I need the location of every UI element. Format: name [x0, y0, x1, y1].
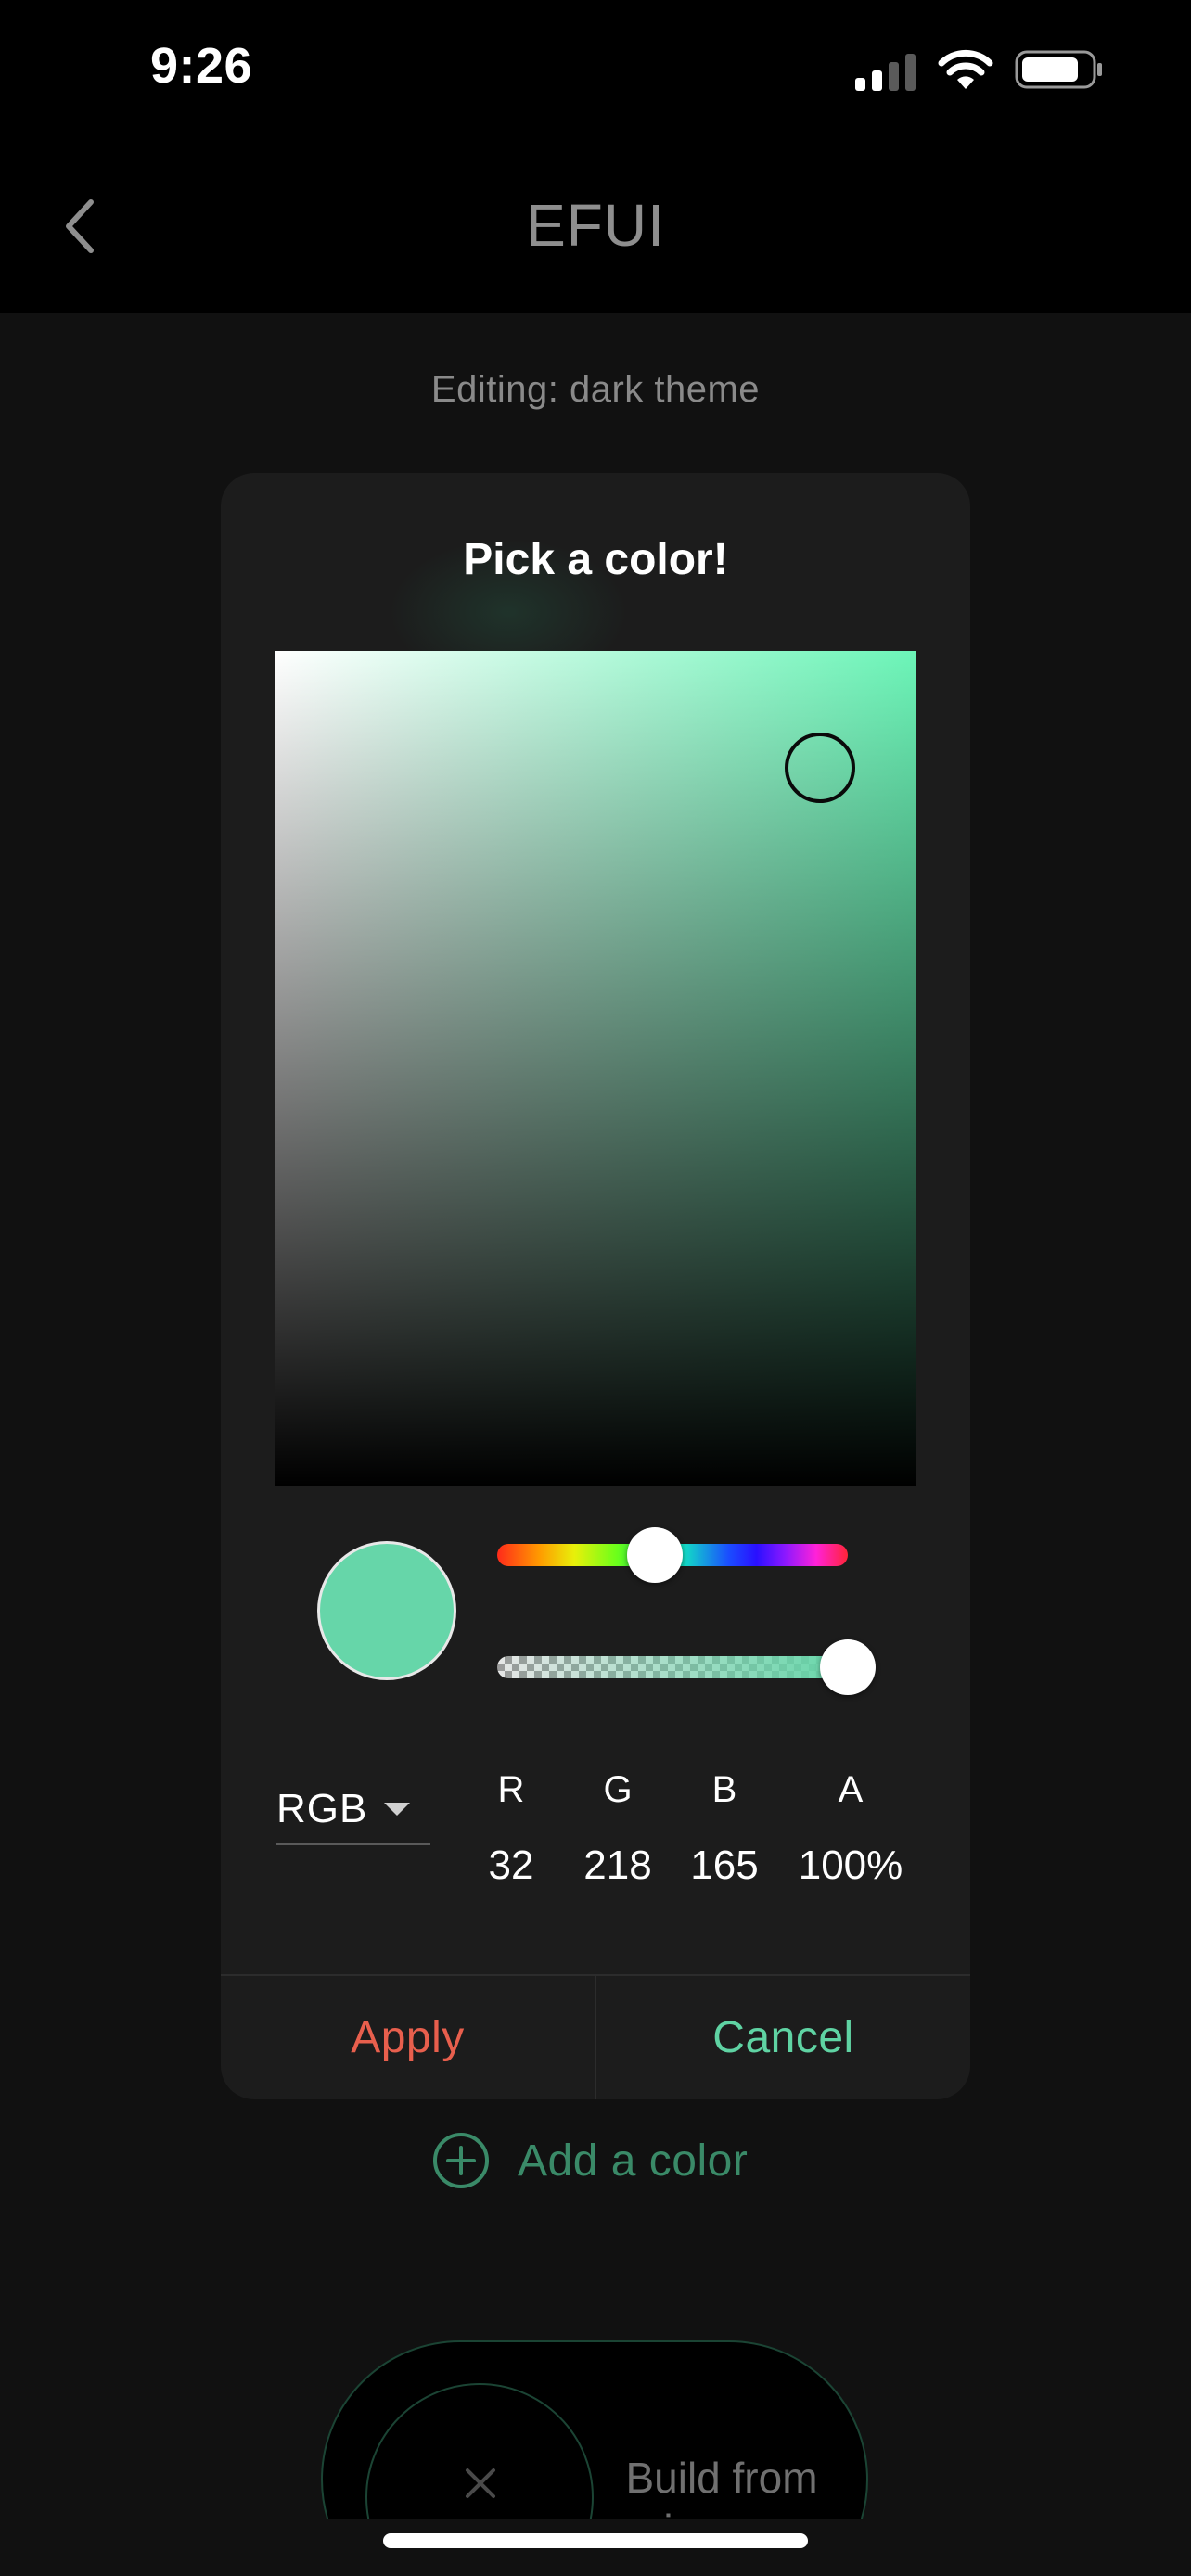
cancel-button[interactable]: Cancel	[596, 1976, 970, 2099]
channel-label: R	[497, 1769, 525, 1810]
caret-down-icon	[384, 1803, 410, 1816]
channel-r: R 32	[455, 1762, 567, 1894]
alpha-slider[interactable]	[497, 1639, 876, 1695]
channel-value-input[interactable]: 165	[669, 1838, 780, 1894]
channel-a: A 100%	[790, 1762, 911, 1894]
channel-value-input[interactable]: 32	[455, 1838, 567, 1894]
home-indicator	[383, 2533, 808, 2548]
wifi-icon	[938, 49, 993, 89]
navigation-bar: EFUI	[0, 139, 1191, 313]
saturation-brightness-handle[interactable]	[784, 733, 855, 803]
add-color-label: Add a color	[518, 2136, 749, 2186]
channel-label: G	[603, 1769, 633, 1810]
color-mode-label: RGB	[276, 1786, 368, 1831]
status-time: 9:26	[150, 38, 253, 94]
channel-g: G 218	[562, 1762, 673, 1894]
channel-b: B 165	[669, 1762, 780, 1894]
image-circle[interactable]	[365, 2383, 594, 2519]
add-color-button[interactable]: Add a color	[432, 2131, 748, 2190]
color-mode-select[interactable]: RGB	[276, 1775, 430, 1845]
channel-value-input[interactable]: 100%	[790, 1838, 911, 1894]
apply-button[interactable]: Apply	[221, 1976, 595, 2099]
hue-slider-thumb[interactable]	[627, 1527, 684, 1583]
cellular-signal-icon	[855, 52, 918, 91]
build-from-image-region: Build from image	[0, 2318, 1191, 2519]
hue-slider[interactable]	[497, 1527, 848, 1583]
channel-value-input[interactable]: 218	[562, 1838, 673, 1894]
status-bar: 9:26	[0, 0, 1191, 139]
plus-circle-icon	[433, 2133, 489, 2188]
current-color-swatch	[317, 1541, 456, 1680]
build-from-image-button[interactable]: Build from image	[321, 2340, 868, 2519]
battery-icon	[1015, 50, 1102, 89]
channel-label: A	[838, 1769, 864, 1810]
dialog-title: Pick a color!	[463, 535, 728, 584]
color-picker-dialog: Pick a color! RGB R 32 G 218 B 165 A 100…	[221, 473, 970, 2099]
editing-label: Editing: dark theme	[430, 369, 761, 410]
saturation-brightness-area[interactable]	[275, 651, 916, 1486]
build-from-image-label: Build from image	[625, 2454, 818, 2519]
alpha-slider-thumb[interactable]	[820, 1639, 876, 1695]
channel-label: B	[711, 1769, 737, 1810]
close-icon	[466, 2468, 495, 2498]
page-title: EFUI	[526, 192, 665, 259]
